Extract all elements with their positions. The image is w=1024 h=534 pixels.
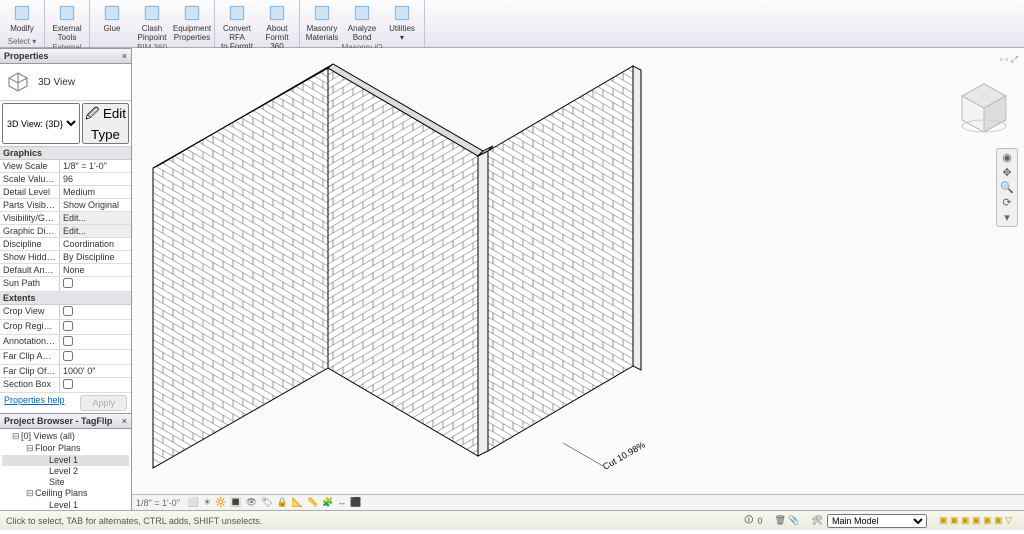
ribbon: ModifySelect ▾ExternalToolsExternalGlueC… [0,0,1024,48]
steering-wheel-icon[interactable]: ◉ [1002,151,1012,164]
properties-viewname: 3D View [38,77,75,88]
tree-node[interactable]: ⊟Ceiling Plans [2,488,129,500]
filter-icons[interactable]: ▣ ▣ ▣ ▣ ▣ ▣ ▽ [939,515,1012,526]
property-row[interactable]: Detail LevelMedium [0,186,131,199]
chevron-down-icon[interactable]: ▾ [1004,211,1010,224]
view-control-icons[interactable]: ▫ ▫ ⤢ [999,54,1018,65]
project-browser-tree[interactable]: ⊟[0] Views (all)⊟Floor PlansLevel 1Level… [0,429,131,510]
property-row[interactable]: Graphic Displ...Edit... [0,225,131,238]
property-row[interactable]: DisciplineCoordination [0,238,131,251]
apply-button[interactable]: Apply [80,395,127,411]
zoom-icon[interactable]: 🔍 [1000,181,1014,194]
glue-button[interactable]: Glue [94,2,130,42]
tree-node[interactable]: ⊟Floor Plans [2,443,129,455]
properties-type-selector[interactable]: 3D View: {3D} 🖉 Edit Type [0,101,131,147]
property-row[interactable]: Section Box [0,378,131,393]
properties-section-header: Graphics [0,147,131,160]
close-icon[interactable]: × [122,51,127,61]
view-control-icon[interactable]: 📐 [292,497,303,507]
property-row[interactable]: Far Clip Active [0,350,131,365]
tree-node[interactable]: ⊟[0] Views (all) [2,431,129,443]
properties-type-header[interactable]: 3D View [0,64,131,101]
masonry-materials-button[interactable]: MasonryMaterials [304,2,340,42]
properties-panel-title[interactable]: Properties × [0,48,131,64]
view-control-icon[interactable]: ⬜ [188,497,199,507]
pan-icon[interactable]: ✥ [1002,166,1011,179]
equipment-properties-button[interactable]: EquipmentProperties [174,2,210,42]
property-row[interactable]: View Scale1/8" = 1'-0" [0,160,131,173]
property-row[interactable]: Annotation Cr... [0,335,131,350]
tree-node[interactable]: Level 2 [2,466,129,477]
properties-title-text: Properties [4,51,49,61]
property-row[interactable]: Parts VisibilityShow Original [0,199,131,212]
close-icon[interactable]: × [122,416,127,426]
view-control-icon[interactable]: 🧩 [322,497,333,507]
properties-footer: Properties help Apply [0,393,131,413]
main-area: Properties × 3D View 3D View: {3D} 🖉 Edi… [0,48,1024,510]
view-control-icon[interactable]: ☀ [203,497,211,507]
viewcube[interactable] [954,78,1014,138]
view-control-icon[interactable]: 📏 [307,497,318,507]
property-row[interactable]: Scale Value 1:96 [0,173,131,186]
property-row[interactable]: Default Analy...None [0,264,131,277]
viewport[interactable]: Cut 10.98% ▫ ▫ ⤢ ◉ ✥ 🔍 ⟳ ▾ 1/8" = 1'-0" … [132,48,1024,510]
project-browser-title[interactable]: Project Browser - TagFlip × [0,413,131,429]
property-row[interactable]: Far Clip Offset1000' 0" [0,365,131,378]
view-dropdown[interactable]: 3D View: {3D} [2,103,80,144]
view-scale-control[interactable]: 1/8" = 1'-0" [136,498,180,508]
cut-label: Cut 10.98% [601,440,647,472]
property-row[interactable]: Show Hidden ...By Discipline [0,251,131,264]
view-control-icons[interactable]: ⬜ ☀ 🔆 🔳 👁 🏷 🔒 📐 📏 🧩 ↔ ⬛ [186,497,364,508]
orbit-icon[interactable]: ⟳ [1002,196,1011,209]
viewport-top-right: ▫ ▫ ⤢ [999,54,1018,65]
tree-node[interactable]: Level 1 [2,455,129,466]
view-control-icon[interactable]: 🔒 [277,497,288,507]
tree-node[interactable]: Site [2,477,129,488]
clash-pinpoint-button[interactable]: ClashPinpoint [134,2,170,42]
properties-section-header: Extents [0,292,131,305]
model-canvas[interactable]: Cut 10.98% [132,48,1024,494]
workset-selector[interactable]: 🛠 Main Model [812,514,927,528]
view-control-bar[interactable]: 1/8" = 1'-0" ⬜ ☀ 🔆 🔳 👁 🏷 🔒 📐 📏 🧩 ↔ ⬛ [132,494,1024,510]
modify-button[interactable]: Modify [4,2,40,36]
property-row[interactable]: Sun Path [0,277,131,292]
view-control-icon[interactable]: ⬛ [350,497,361,507]
edit-type-button[interactable]: 🖉 Edit Type [82,103,129,144]
property-row[interactable]: Crop Region ... [0,320,131,335]
navigation-bar[interactable]: ◉ ✥ 🔍 ⟳ ▾ [996,148,1018,227]
cube-icon [6,70,30,94]
view-control-icon[interactable]: 🔳 [230,497,241,507]
selection-count[interactable]: 🛈 0 [744,513,762,529]
properties-help-link[interactable]: Properties help [4,395,65,411]
utilities-button[interactable]: Utilities▾ [384,2,420,42]
project-browser-title-text: Project Browser - TagFlip [4,416,112,426]
tree-node[interactable]: Level 1 [2,500,129,510]
analyze-bond-button[interactable]: AnalyzeBond [344,2,380,42]
property-row[interactable]: Crop View [0,305,131,320]
property-row[interactable]: Visibility/Grap...Edit... [0,212,131,225]
status-bar: Click to select, TAB for alternates, CTR… [0,510,1024,530]
status-hint: Click to select, TAB for alternates, CTR… [6,516,262,526]
properties-grid: GraphicsView Scale1/8" = 1'-0"Scale Valu… [0,147,131,393]
view-control-icon[interactable]: 🔆 [215,497,226,507]
left-panels: Properties × 3D View 3D View: {3D} 🖉 Edi… [0,48,132,510]
view-control-icon[interactable]: ↔ [337,497,346,507]
external-tools-button[interactable]: ExternalTools [49,2,85,42]
view-control-icon[interactable]: 👁 [246,497,257,507]
status-icons[interactable]: 🗑 📎 [774,515,799,526]
view-control-icon[interactable]: 🏷 [261,497,272,507]
